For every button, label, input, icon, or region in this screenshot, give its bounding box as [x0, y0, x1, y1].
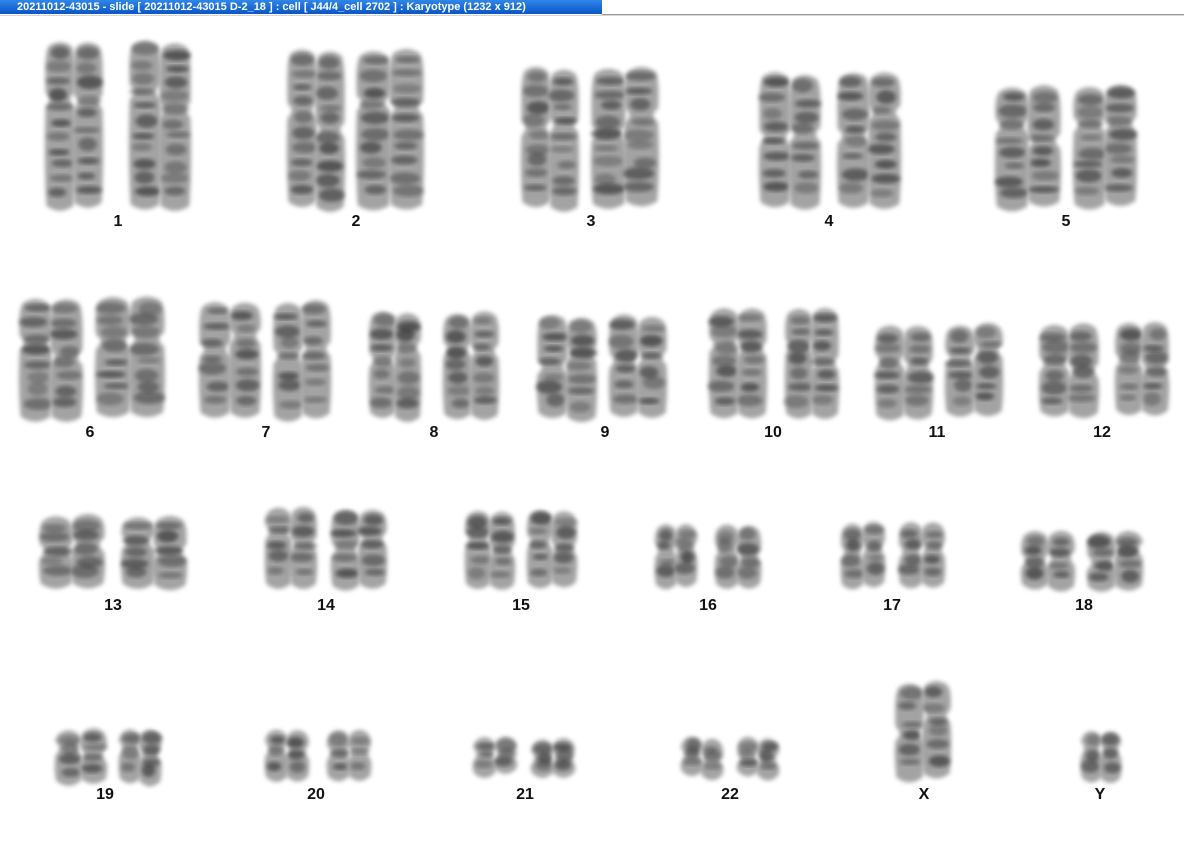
chromosome-band [1086, 734, 1101, 746]
chromosome-Y-a[interactable] [1080, 731, 1122, 784]
chromatid [1080, 731, 1103, 783]
chromosome-band [1080, 759, 1100, 773]
chromatid [1099, 731, 1122, 784]
chromosome-band [1103, 747, 1118, 759]
chromosome-pair-Y[interactable] [0, 0, 1184, 842]
chromosome-band [1101, 733, 1120, 746]
chromosome-band [1103, 762, 1121, 774]
chromosome-label-Y: Y [1094, 786, 1106, 803]
